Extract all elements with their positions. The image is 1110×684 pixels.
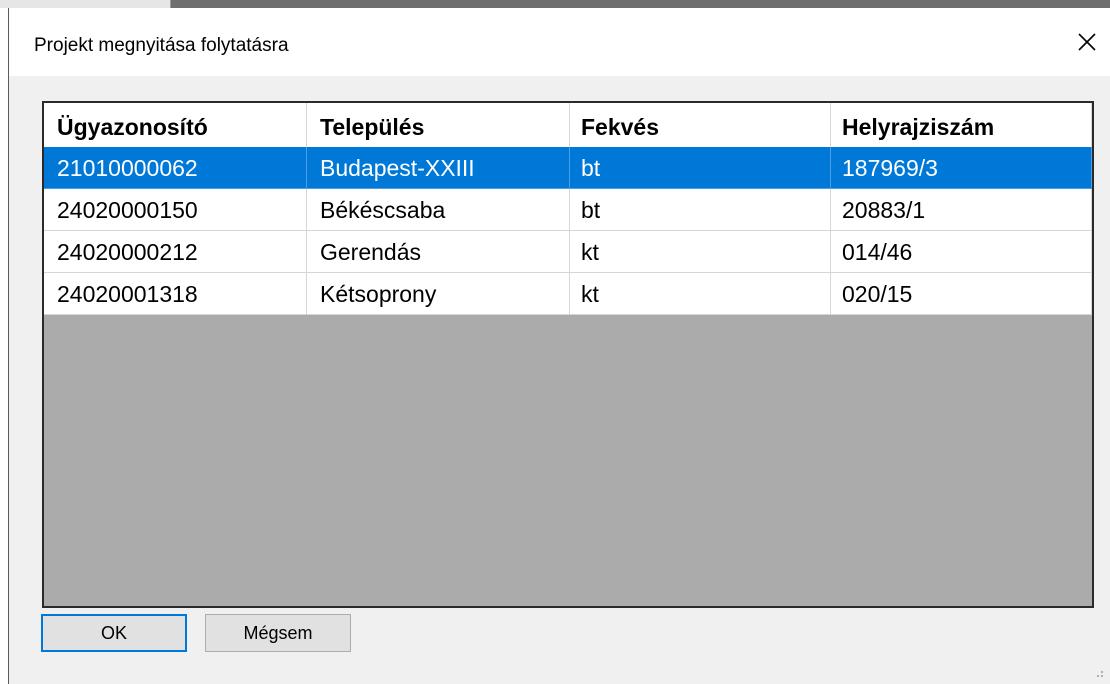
- column-header-fekves[interactable]: Fekvés: [570, 103, 831, 147]
- cell-ugyazonosito: 24020000150: [44, 189, 307, 231]
- cell-telepules: Gerendás: [307, 231, 570, 273]
- list-header: Ügyazonosító Település Fekvés Helyrajzis…: [44, 103, 1092, 147]
- cell-fekves: kt: [570, 231, 831, 273]
- dialog-title: Projekt megnyitása folytatásra: [34, 35, 289, 56]
- close-button[interactable]: [1065, 22, 1109, 62]
- cell-fekves: bt: [570, 189, 831, 231]
- project-list[interactable]: Ügyazonosító Település Fekvés Helyrajzis…: [42, 101, 1094, 608]
- cell-helyrajziszam: 020/15: [831, 273, 1092, 315]
- cell-helyrajziszam: 187969/3: [831, 147, 1092, 189]
- cell-fekves: kt: [570, 273, 831, 315]
- table-row[interactable]: 24020001318 Kétsoprony kt 020/15: [44, 273, 1092, 315]
- cell-helyrajziszam: 20883/1: [831, 189, 1092, 231]
- cell-ugyazonosito: 24020001318: [44, 273, 307, 315]
- cell-ugyazonosito: 21010000062: [44, 147, 307, 189]
- table-row[interactable]: 24020000212 Gerendás kt 014/46: [44, 231, 1092, 273]
- table-row[interactable]: 21010000062 Budapest-XXIII bt 187969/3: [44, 147, 1092, 189]
- open-project-dialog: Projekt megnyitása folytatásra Ügyazonos…: [8, 8, 1110, 684]
- close-icon: [1078, 33, 1096, 51]
- column-header-helyrajziszam[interactable]: Helyrajziszám: [831, 103, 1092, 147]
- ok-button[interactable]: OK: [41, 614, 187, 652]
- background-window-panel: [0, 0, 171, 8]
- dialog-titlebar: Projekt megnyitása folytatásra: [9, 8, 1110, 76]
- cell-telepules: Békéscsaba: [307, 189, 570, 231]
- cell-fekves: bt: [570, 147, 831, 189]
- cell-telepules: Kétsoprony: [307, 273, 570, 315]
- column-header-ugyazonosito[interactable]: Ügyazonosító: [44, 103, 307, 147]
- background-window-edge: [0, 0, 1110, 8]
- cancel-button[interactable]: Mégsem: [205, 614, 351, 652]
- resize-grip-icon[interactable]: [1092, 666, 1104, 678]
- column-header-telepules[interactable]: Település: [307, 103, 570, 147]
- cell-helyrajziszam: 014/46: [831, 231, 1092, 273]
- cell-telepules: Budapest-XXIII: [307, 147, 570, 189]
- cell-ugyazonosito: 24020000212: [44, 231, 307, 273]
- table-row[interactable]: 24020000150 Békéscsaba bt 20883/1: [44, 189, 1092, 231]
